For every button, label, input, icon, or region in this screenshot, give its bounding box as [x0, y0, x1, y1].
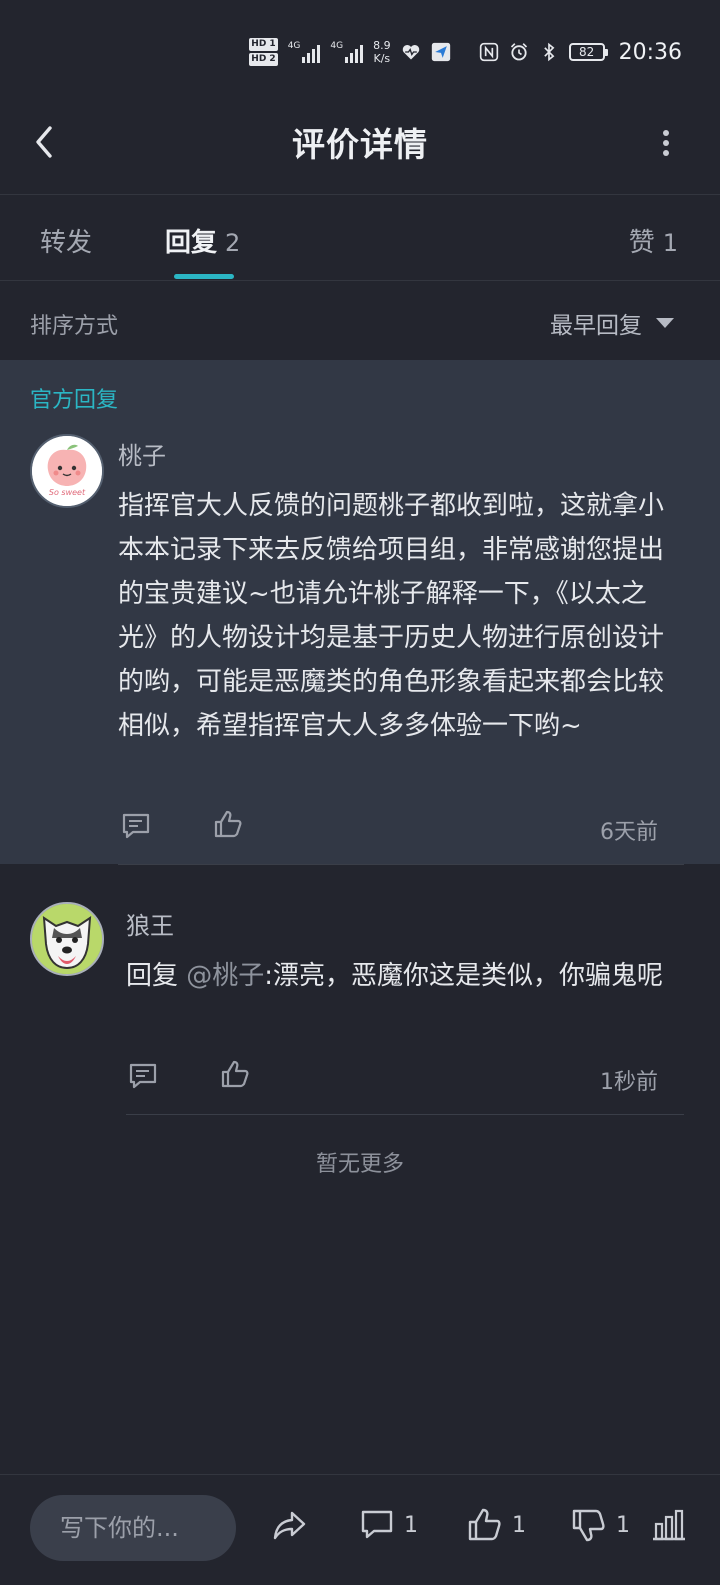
bottom-action-bar: 写下你的... 1 1 1: [0, 1474, 720, 1585]
comment-icon[interactable]: [127, 1060, 159, 1092]
network-speed: 8.9 K/s: [373, 39, 391, 65]
thumbs-up-icon: [468, 1508, 501, 1541]
dislike-count: 1: [616, 1512, 630, 1538]
comment-time: 6天前: [600, 820, 658, 845]
tab-replies[interactable]: 回复 2: [165, 222, 240, 259]
author-name[interactable]: 桃子: [118, 436, 166, 471]
author-name[interactable]: 狼王: [126, 906, 174, 941]
status-bar: HD 1 HD 2 4G 4G 8.9 K/s 82 20:36: [0, 0, 720, 100]
comment-icon: [361, 1510, 393, 1539]
sort-label: 排序方式: [30, 314, 119, 339]
alarm-icon: [510, 43, 527, 61]
comment-icon[interactable]: [120, 810, 152, 842]
dislike-button[interactable]: 1: [570, 1505, 630, 1545]
battery-indicator: 82: [568, 43, 608, 61]
tab-bar: 转发 回复 2 赞1: [0, 194, 720, 281]
nfc-icon: [479, 42, 498, 62]
divider: [118, 864, 684, 865]
sort-bar: 排序方式 最早回复: [0, 282, 720, 360]
tab-likes-count: 1: [662, 229, 678, 257]
comment-count: 1: [404, 1512, 418, 1538]
thumbs-up-icon[interactable]: [219, 1058, 251, 1090]
signal-icon-2: 4G: [330, 41, 364, 63]
send-app-icon: [431, 42, 450, 62]
share-button[interactable]: [270, 1505, 308, 1545]
bar-chart-icon: [653, 1509, 685, 1541]
reply-time: 1秒前: [600, 1070, 658, 1095]
tab-likes[interactable]: 赞1: [629, 222, 678, 259]
divider: [126, 1114, 684, 1115]
heart-pulse-icon: [402, 44, 419, 60]
husky-avatar-icon: [32, 904, 102, 974]
reply-text: 回复 @桃子:漂亮，恶魔你这是类似，你骗鬼呢: [126, 954, 678, 998]
avatar-caption: So sweet: [48, 488, 86, 497]
sort-dropdown[interactable]: 最早回复: [550, 306, 674, 340]
caret-down-icon: [656, 318, 674, 328]
top-nav-bar: 评价详情: [0, 100, 720, 195]
tab-replies-count: 2: [225, 229, 241, 257]
comment-button[interactable]: 1: [358, 1505, 418, 1545]
signal-icon: 4G: [288, 41, 321, 63]
tab-forward[interactable]: 转发: [40, 222, 92, 259]
more-vertical-icon[interactable]: [656, 128, 676, 158]
no-more-text: 暂无更多: [315, 1152, 404, 1177]
avatar[interactable]: So sweet: [30, 434, 104, 508]
reply-prefix: 回复: [126, 961, 187, 991]
page-title: 评价详情: [292, 125, 428, 164]
share-icon: [273, 1511, 306, 1540]
clock: 20:36: [618, 39, 682, 65]
official-reply-tag: 官方回复: [30, 388, 119, 413]
comment-input[interactable]: 写下你的...: [30, 1495, 236, 1561]
bluetooth-icon: [543, 42, 555, 62]
hd-indicator: HD 1 HD 2: [249, 38, 278, 66]
active-tab-indicator: [174, 274, 234, 279]
comment-text: 指挥官大人反馈的问题桃子都收到啦，这就拿小本本记录下来去反馈给项目组，非常感谢您…: [118, 491, 665, 741]
mention-link[interactable]: @桃子: [186, 961, 264, 991]
official-reply-card: 官方回复 So sweet 桃子 指挥官大人反馈的问题桃子都收到啦，这就拿小本本…: [0, 360, 720, 864]
reply-body: :漂亮，恶魔你这是类似，你骗鬼呢: [264, 961, 664, 991]
like-count: 1: [512, 1512, 526, 1538]
stats-button[interactable]: [650, 1505, 688, 1545]
thumbs-down-icon: [572, 1509, 605, 1542]
thumbs-up-icon[interactable]: [212, 808, 244, 840]
avatar[interactable]: [30, 902, 104, 976]
like-button[interactable]: 1: [466, 1505, 526, 1545]
